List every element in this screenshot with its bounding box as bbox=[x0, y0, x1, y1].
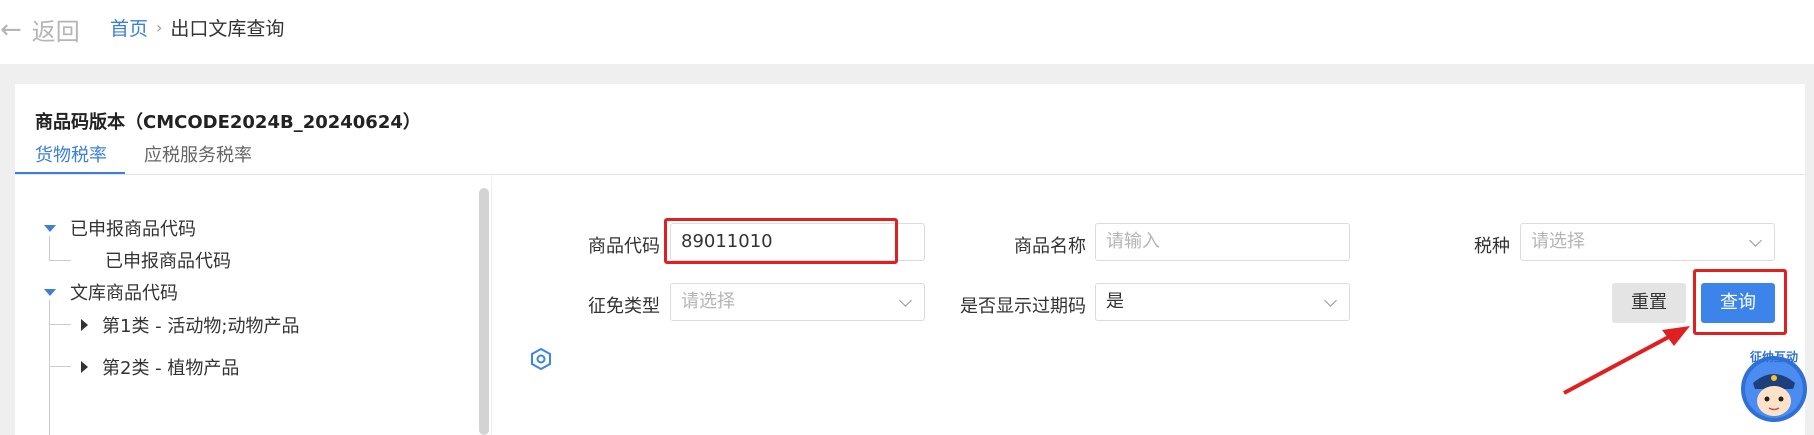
exemption-type-placeholder: 请选择 bbox=[681, 291, 735, 312]
tree-node-declared-child[interactable]: 已申报商品代码 bbox=[105, 247, 231, 273]
tree-connector bbox=[49, 366, 71, 367]
tab-bar: 货物税率 应税服务税率 bbox=[15, 138, 1805, 175]
back-button[interactable]: ← 返回 bbox=[0, 12, 80, 47]
caret-down-icon[interactable] bbox=[44, 288, 56, 296]
breadcrumb-current: 出口文库查询 bbox=[170, 18, 285, 40]
tree-node-label: 文库商品代码 bbox=[70, 283, 178, 304]
tree-node-class-2[interactable]: 第2类 - 植物产品 bbox=[81, 354, 239, 380]
chevron-down-icon bbox=[899, 294, 912, 307]
show-expired-label: 是否显示过期码 bbox=[960, 296, 1086, 317]
chevron-down-icon bbox=[1749, 234, 1762, 247]
annotation-arrow-icon bbox=[1563, 326, 1690, 395]
product-name-placeholder: 请输入 bbox=[1106, 231, 1160, 252]
back-label: 返回 bbox=[31, 18, 80, 46]
annotation-highlight-box bbox=[1693, 269, 1787, 335]
tree-scrollbar[interactable] bbox=[479, 188, 489, 435]
product-name-label: 商品名称 bbox=[1014, 236, 1086, 257]
tree-node-label: 已申报商品代码 bbox=[70, 219, 196, 240]
tree-node-library[interactable]: 文库商品代码 bbox=[44, 279, 178, 305]
tree-connector bbox=[49, 236, 50, 260]
tree-connector bbox=[49, 300, 50, 435]
settings-hexagon-icon[interactable] bbox=[530, 348, 552, 370]
tax-type-select[interactable]: 请选择 bbox=[1520, 223, 1775, 261]
tree-connector bbox=[49, 324, 71, 325]
tab-label: 应税服务税率 bbox=[144, 145, 252, 166]
top-bar: ← 返回 首页 › 出口文库查询 bbox=[0, 0, 1814, 64]
back-arrow-icon: ← bbox=[0, 14, 22, 45]
breadcrumb: 首页 › 出口文库查询 bbox=[110, 14, 284, 41]
annotation-highlight-box bbox=[664, 218, 898, 264]
show-expired-select[interactable]: 是 bbox=[1095, 283, 1350, 321]
product-name-input[interactable]: 请输入 bbox=[1095, 223, 1350, 261]
watermark-text: 征纳互动 bbox=[1750, 349, 1798, 364]
product-code-label: 商品代码 bbox=[588, 236, 660, 257]
tree-node-class-1[interactable]: 第1类 - 活动物;动物产品 bbox=[81, 312, 299, 338]
tree-node-label: 第1类 - 活动物;动物产品 bbox=[102, 316, 300, 337]
version-title: 商品码版本（CMCODE2024B_20240624） bbox=[35, 112, 421, 133]
chevron-down-icon bbox=[1324, 294, 1337, 307]
show-expired-value: 是 bbox=[1106, 291, 1124, 312]
tree-node-label: 第2类 - 植物产品 bbox=[102, 358, 240, 379]
exemption-type-label: 征免类型 bbox=[588, 296, 660, 317]
tree-node-declared[interactable]: 已申报商品代码 bbox=[44, 215, 196, 241]
active-tab-indicator bbox=[15, 172, 125, 174]
caret-right-icon[interactable] bbox=[81, 319, 88, 331]
caret-down-icon[interactable] bbox=[44, 224, 56, 232]
panel-divider bbox=[491, 175, 492, 435]
tab-goods-tax-rate[interactable]: 货物税率 bbox=[35, 138, 107, 174]
exemption-type-select[interactable]: 请选择 bbox=[670, 283, 925, 321]
caret-right-icon[interactable] bbox=[81, 361, 88, 373]
tree-node-label: 已申报商品代码 bbox=[105, 251, 231, 272]
tax-type-label: 税种 bbox=[1474, 236, 1510, 257]
category-tree: 已申报商品代码 已申报商品代码 文库商品代码 第1类 - 活动物;动物产品 第2… bbox=[15, 175, 485, 435]
reset-button[interactable]: 重置 bbox=[1612, 283, 1686, 323]
assistant-mascot-icon[interactable]: 征纳互动 bbox=[1735, 345, 1813, 423]
breadcrumb-home[interactable]: 首页 bbox=[110, 14, 148, 41]
tab-service-tax-rate[interactable]: 应税服务税率 bbox=[144, 138, 252, 174]
breadcrumb-separator: › bbox=[156, 18, 163, 37]
tax-type-placeholder: 请选择 bbox=[1531, 231, 1585, 252]
tab-label: 货物税率 bbox=[35, 145, 107, 166]
tree-connector bbox=[49, 260, 71, 261]
